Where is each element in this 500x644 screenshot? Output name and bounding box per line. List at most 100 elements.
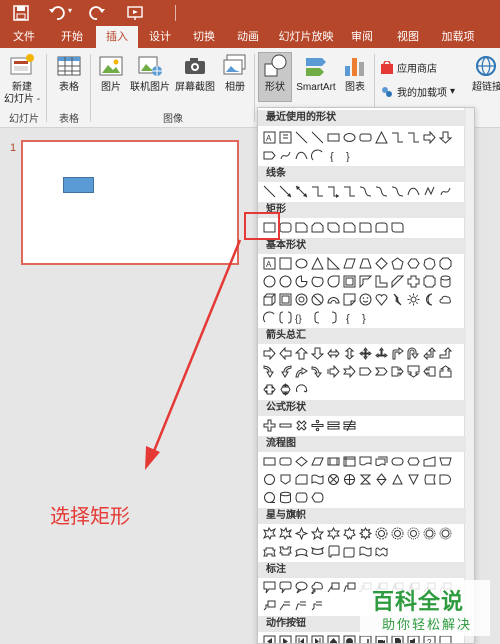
hexagon-shape-icon[interactable] — [406, 256, 420, 270]
rounded-rectangle-shape-icon[interactable] — [278, 220, 292, 234]
elbow-arrow-shape-icon[interactable] — [406, 130, 420, 144]
flowchart-merge-shape-icon[interactable] — [406, 472, 420, 486]
flowchart-predefined-process-shape-icon[interactable] — [326, 454, 340, 468]
heptagon-shape-icon[interactable] — [422, 256, 436, 270]
multiply-shape-icon[interactable] — [294, 418, 308, 432]
no-symbol-shape-icon[interactable] — [310, 292, 324, 306]
action-end-button-icon[interactable] — [310, 634, 324, 643]
action-forward-button-icon[interactable] — [278, 634, 292, 643]
vertical-scroll-shape-icon[interactable] — [326, 544, 340, 558]
round-same-side-rect-shape-icon[interactable] — [374, 220, 388, 234]
down-arrow-callout-shape-icon[interactable] — [406, 364, 420, 378]
lightning-bolt-shape-icon[interactable] — [390, 292, 404, 306]
right-arrow-callout-shape-icon[interactable] — [390, 364, 404, 378]
round-diagonal-rect-shape-icon[interactable] — [390, 220, 404, 234]
cross-shape-icon[interactable] — [406, 274, 420, 288]
undo-icon[interactable] — [48, 4, 66, 22]
left-up-arrow-shape-icon[interactable] — [422, 346, 436, 360]
sun-shape-icon[interactable] — [406, 292, 420, 306]
ribbon-down-shape-icon[interactable] — [278, 544, 292, 558]
flowchart-extract-shape-icon[interactable] — [390, 472, 404, 486]
flowchart-delay-shape-icon[interactable] — [438, 472, 452, 486]
tab-file[interactable]: 文件 — [4, 26, 44, 48]
star-10-shape-icon[interactable] — [374, 526, 388, 540]
rounded-rect-shape-icon[interactable] — [358, 130, 372, 144]
folded-corner-shape-icon[interactable] — [342, 292, 356, 306]
line-callout-no-border-2-shape-icon[interactable] — [294, 598, 308, 612]
flowchart-process-shape-icon[interactable] — [262, 454, 276, 468]
album-button[interactable]: 相册 — [220, 52, 250, 94]
line-callout-no-border-3-shape-icon[interactable] — [310, 598, 324, 612]
triangle-shape-icon[interactable] — [310, 256, 324, 270]
rectangle-shape-icon[interactable] — [326, 130, 340, 144]
screenshot-button[interactable]: 屏幕截图 — [173, 52, 217, 94]
pentagon-shape-icon[interactable] — [390, 256, 404, 270]
star-6-shape-icon[interactable] — [326, 526, 340, 540]
circular-arrow-shape-icon[interactable] — [294, 382, 308, 396]
curved-down-arrow-shape-icon[interactable] — [310, 364, 324, 378]
online-picture-button[interactable]: 联机图片 — [129, 52, 171, 94]
line-callout-border-3-shape-icon[interactable] — [262, 598, 276, 612]
chart-button[interactable]: 图表 — [340, 52, 370, 94]
double-wave-shape-icon[interactable] — [374, 544, 388, 558]
flowchart-multidocument-shape-icon[interactable] — [374, 454, 388, 468]
slide-thumbnail[interactable] — [21, 140, 239, 265]
flowchart-stored-data-shape-icon[interactable] — [422, 472, 436, 486]
ribbon-up-shape-icon[interactable] — [262, 544, 276, 558]
flowchart-magnetic-disk-shape-icon[interactable] — [278, 490, 292, 504]
plus-shape-icon[interactable] — [262, 418, 276, 432]
up-arrow-shape-icon[interactable] — [294, 346, 308, 360]
minus-shape-icon[interactable] — [278, 418, 292, 432]
line-shape-icon[interactable] — [310, 130, 324, 144]
flowchart-punched-tape-shape-icon[interactable] — [310, 472, 324, 486]
triangle-shape-icon[interactable] — [374, 130, 388, 144]
explosion-2-shape-icon[interactable] — [278, 526, 292, 540]
action-home-button-icon[interactable] — [326, 634, 340, 643]
tab-design[interactable]: 设计 — [140, 26, 180, 48]
scribble-shape-icon[interactable] — [438, 184, 452, 198]
line-shape-icon[interactable] — [262, 184, 276, 198]
curved-up-arrow-shape-icon[interactable] — [294, 364, 308, 378]
action-beginning-button-icon[interactable] — [294, 634, 308, 643]
action-information-button-icon[interactable] — [342, 634, 356, 643]
bevel-shape-icon[interactable] — [278, 292, 292, 306]
divide-shape-icon[interactable] — [310, 418, 324, 432]
line-callout-no-border-shape-icon[interactable] — [278, 598, 292, 612]
trapezoid-shape-icon[interactable] — [358, 256, 372, 270]
flowchart-alternate-process-shape-icon[interactable] — [278, 454, 292, 468]
bent-up-arrow-shape-icon[interactable] — [438, 346, 452, 360]
explosion-shape-icon[interactable] — [262, 526, 276, 540]
tab-view[interactable]: 视图 — [388, 26, 428, 48]
textbox-shape-icon[interactable]: A — [262, 130, 276, 144]
pie-shape-icon[interactable] — [294, 274, 308, 288]
flowchart-connector-shape-icon[interactable] — [262, 472, 276, 486]
frame-shape-icon[interactable] — [342, 274, 356, 288]
flowchart-offpage-connector-shape-icon[interactable] — [278, 472, 292, 486]
undo-dropdown-icon[interactable]: ▾ — [68, 6, 72, 15]
star-16-shape-icon[interactable] — [406, 526, 420, 540]
elbow-double-arrow-shape-icon[interactable] — [342, 184, 356, 198]
equal-shape-icon[interactable] — [326, 418, 340, 432]
diamond-shape-icon[interactable] — [374, 256, 388, 270]
redo-icon[interactable] — [88, 4, 106, 22]
flowchart-card-shape-icon[interactable] — [294, 472, 308, 486]
dodecagon-shape-icon[interactable] — [278, 274, 292, 288]
arrow-line-shape-icon[interactable] — [278, 184, 292, 198]
app-store-button[interactable]: 应用商店 — [380, 59, 437, 75]
freeform-shape-icon[interactable] — [278, 148, 292, 162]
quad-arrow-callout-shape-icon[interactable] — [278, 382, 292, 396]
up-arrow-callout-shape-icon[interactable] — [438, 364, 452, 378]
curved-arrow-shape-icon[interactable] — [374, 184, 388, 198]
curved-ribbon-up-shape-icon[interactable] — [294, 544, 308, 558]
left-arrow-callout-shape-icon[interactable] — [422, 364, 436, 378]
parallelogram-shape-icon[interactable] — [342, 256, 356, 270]
flowchart-collate-shape-icon[interactable] — [358, 472, 372, 486]
striped-right-arrow-shape-icon[interactable] — [326, 364, 340, 378]
elbow-arrow-shape-icon[interactable] — [326, 184, 340, 198]
flowchart-manual-input-shape-icon[interactable] — [422, 454, 436, 468]
textbox-shape-icon[interactable]: A — [262, 256, 276, 270]
right-triangle-shape-icon[interactable] — [326, 256, 340, 270]
arc-shape-icon[interactable] — [310, 148, 324, 162]
slideshow-from-start-icon[interactable] — [126, 4, 144, 22]
left-brace-shape-icon[interactable]: { — [342, 310, 356, 324]
